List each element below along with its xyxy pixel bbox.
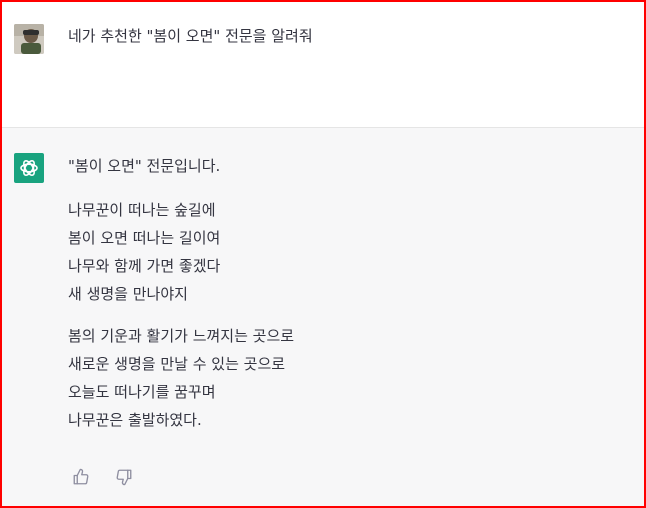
poem-line: 봄의 기운과 활기가 느껴지는 곳으로 [68, 327, 295, 345]
poem-line: 봄이 오면 떠나는 길이여 [68, 229, 221, 247]
poem-line: 오늘도 떠나기를 꿈꾸며 [68, 383, 216, 401]
poem-line: 나무와 함께 가면 좋겠다 [68, 257, 221, 275]
user-message-text: 네가 추천한 "봄이 오면" 전문을 알려줘 [68, 27, 313, 45]
user-avatar [14, 24, 44, 54]
poem-line: 나무꾼은 출발하였다. [68, 411, 202, 429]
feedback-buttons [72, 468, 153, 490]
poem-line: 새 생명을 만나야지 [68, 285, 188, 303]
assistant-message: "봄이 오면" 전문입니다. 나무꾼이 떠나는 숲길에 봄이 오면 떠나는 길이… [68, 156, 294, 434]
poem-stanza-2: 봄의 기운과 활기가 느껴지는 곳으로 새로운 생명을 만날 수 있는 곳으로 … [68, 322, 294, 434]
screenshot-frame: 네가 추천한 "봄이 오면" 전문을 알려줘 "봄이 오면" 전문입니다. 나무… [0, 0, 646, 508]
assistant-intro: "봄이 오면" 전문입니다. [68, 157, 221, 175]
thumbs-down-icon[interactable] [115, 468, 133, 486]
poem-stanza-1: 나무꾼이 떠나는 숲길에 봄이 오면 떠나는 길이여 나무와 함께 가면 좋겠다… [68, 196, 294, 308]
user-message-row: 네가 추천한 "봄이 오면" 전문을 알려줘 [2, 2, 644, 128]
thumbs-up-icon[interactable] [72, 468, 90, 486]
poem-line: 새로운 생명을 만날 수 있는 곳으로 [68, 355, 286, 373]
assistant-message-row: "봄이 오면" 전문입니다. 나무꾼이 떠나는 숲길에 봄이 오면 떠나는 길이… [2, 128, 644, 506]
poem-line: 나무꾼이 떠나는 숲길에 [68, 201, 216, 219]
openai-logo-icon [14, 153, 44, 183]
